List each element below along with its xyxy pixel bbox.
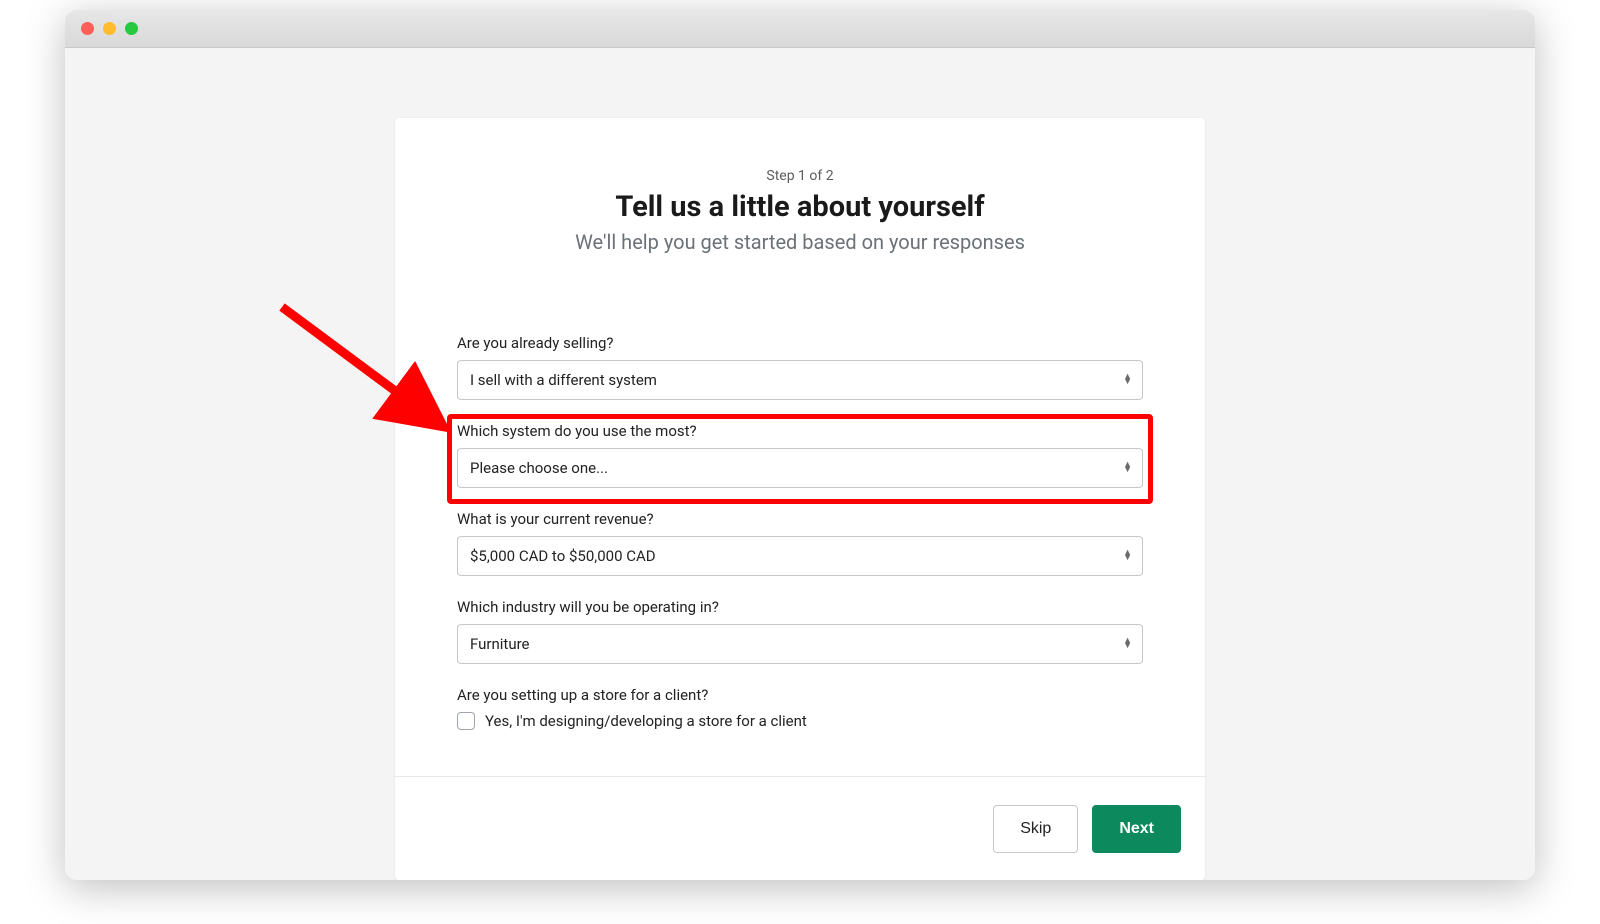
label-industry: Which industry will you be operating in? <box>457 598 1143 616</box>
question-already-selling: Are you already selling? I sell with a d… <box>457 334 1143 400</box>
select-value: Furniture <box>470 635 530 653</box>
select-stepper-icon: ▲▼ <box>1123 375 1132 385</box>
page-subtitle: We'll help you get started based on your… <box>395 230 1205 254</box>
select-stepper-icon: ▲▼ <box>1123 639 1132 649</box>
select-which-system[interactable]: Please choose one... ▲▼ <box>457 448 1143 488</box>
card-header: Step 1 of 2 Tell us a little about yours… <box>395 118 1205 254</box>
page-title: Tell us a little about yourself <box>395 190 1205 224</box>
question-which-system: Which system do you use the most? Please… <box>457 422 1143 488</box>
viewport: Step 1 of 2 Tell us a little about yours… <box>65 48 1535 880</box>
select-industry[interactable]: Furniture ▲▼ <box>457 624 1143 664</box>
label-which-system: Which system do you use the most? <box>457 422 1143 440</box>
onboarding-card: Step 1 of 2 Tell us a little about yours… <box>395 118 1205 880</box>
skip-button[interactable]: Skip <box>993 805 1078 853</box>
app-window: Step 1 of 2 Tell us a little about yours… <box>65 10 1535 880</box>
card-footer: Skip Next <box>395 776 1205 880</box>
select-stepper-icon: ▲▼ <box>1123 551 1132 561</box>
zoom-icon[interactable] <box>125 22 138 35</box>
step-label: Step 1 of 2 <box>395 168 1205 184</box>
label-already-selling: Are you already selling? <box>457 334 1143 352</box>
label-client-store: Are you setting up a store for a client? <box>457 686 1143 704</box>
next-button[interactable]: Next <box>1092 805 1181 853</box>
question-current-revenue: What is your current revenue? $5,000 CAD… <box>457 510 1143 576</box>
onboarding-form: Are you already selling? I sell with a d… <box>395 254 1205 776</box>
minimize-icon[interactable] <box>103 22 116 35</box>
select-value: $5,000 CAD to $50,000 CAD <box>470 547 656 565</box>
label-current-revenue: What is your current revenue? <box>457 510 1143 528</box>
select-value: I sell with a different system <box>470 371 657 389</box>
close-icon[interactable] <box>81 22 94 35</box>
checkbox-client-store[interactable] <box>457 712 475 730</box>
checkbox-label-client-store: Yes, I'm designing/developing a store fo… <box>485 712 807 730</box>
checkbox-row-client-store: Yes, I'm designing/developing a store fo… <box>457 712 1143 730</box>
select-value: Please choose one... <box>470 459 608 477</box>
question-client-store: Are you setting up a store for a client?… <box>457 686 1143 730</box>
select-current-revenue[interactable]: $5,000 CAD to $50,000 CAD ▲▼ <box>457 536 1143 576</box>
select-already-selling[interactable]: I sell with a different system ▲▼ <box>457 360 1143 400</box>
question-industry: Which industry will you be operating in?… <box>457 598 1143 664</box>
select-stepper-icon: ▲▼ <box>1123 463 1132 473</box>
titlebar <box>65 10 1535 48</box>
